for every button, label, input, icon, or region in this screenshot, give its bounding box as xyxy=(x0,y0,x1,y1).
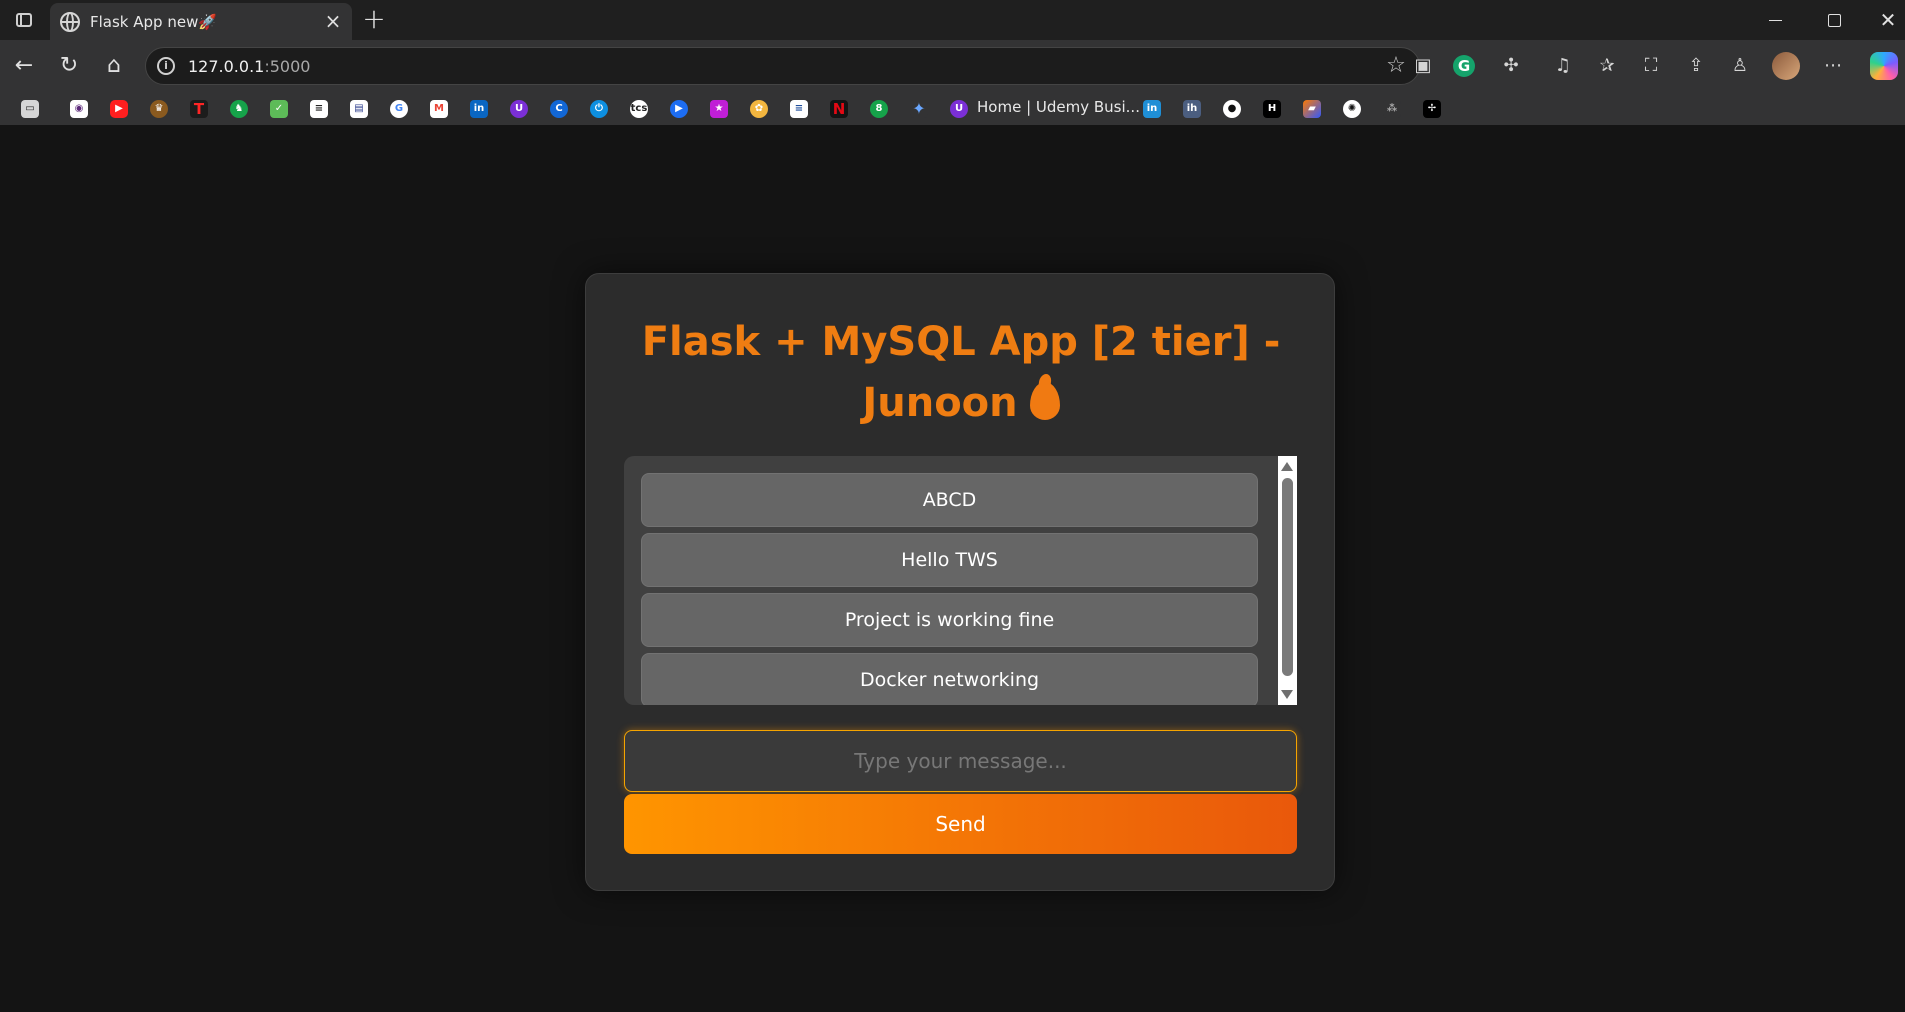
scrollbar-thumb[interactable] xyxy=(1282,478,1293,676)
bookmark-udemy-business[interactable]: Home | Udemy Busi... xyxy=(977,98,1140,116)
scroll-up-arrow-icon[interactable] xyxy=(1281,462,1293,471)
back-arrow-icon[interactable]: ← xyxy=(10,52,38,80)
message-item: Docker networking xyxy=(641,653,1258,705)
profile-avatar[interactable] xyxy=(1772,52,1800,80)
tesla-icon[interactable]: T xyxy=(190,100,208,118)
extension-shopping-icon[interactable]: ▣ xyxy=(1410,53,1436,79)
address-bar[interactable]: i 127.0.0.1:5000 ☆ xyxy=(145,47,1420,85)
check-icon[interactable]: ✓ xyxy=(270,100,288,118)
udemy-icon[interactable]: U xyxy=(510,100,528,118)
message-list: ABCD Hello TWS Project is working fine D… xyxy=(641,473,1258,705)
power-icon[interactable]: ⏻ xyxy=(590,100,608,118)
sidebar-toggle-icon[interactable] xyxy=(12,9,34,31)
favorites-icon[interactable]: ✰ xyxy=(1594,53,1620,79)
send-button[interactable]: Send xyxy=(624,794,1297,854)
grammarly-icon[interactable]: G xyxy=(1453,55,1475,77)
udemy-business-icon[interactable]: U xyxy=(950,100,968,118)
message-item: ABCD xyxy=(641,473,1258,527)
url-port: :5000 xyxy=(264,57,311,76)
coursera-icon[interactable]: C xyxy=(550,100,568,118)
message-item: Project is working fine xyxy=(641,593,1258,647)
linkedin-icon[interactable]: in xyxy=(470,100,488,118)
message-item: Hello TWS xyxy=(641,533,1258,587)
messages-panel[interactable]: ABCD Hello TWS Project is working fine D… xyxy=(624,456,1297,705)
messages-scrollbar[interactable] xyxy=(1278,456,1297,705)
youtube-icon[interactable]: ▶ xyxy=(110,100,128,118)
flame-icon xyxy=(1029,382,1060,420)
netflix-icon[interactable]: N xyxy=(830,100,848,118)
bookmark-icon[interactable]: ✢ xyxy=(1423,100,1441,118)
bookmark-icon[interactable]: ✿ xyxy=(750,100,768,118)
site-info-icon[interactable]: i xyxy=(157,57,175,75)
music-icon[interactable]: ♫ xyxy=(1550,53,1576,79)
whatsapp-icon[interactable]: 8 xyxy=(870,100,888,118)
bookmark-icon[interactable]: ▭ xyxy=(21,100,39,118)
url-text[interactable]: 127.0.0.1:5000 xyxy=(188,57,310,76)
browser-toolbar: ← ↻ ⌂ i 127.0.0.1:5000 ☆ ▣ G ✣ ♫ ✰ ⛶ ⇪ ♙… xyxy=(0,40,1905,92)
home-icon[interactable]: ⌂ xyxy=(100,52,128,80)
extensions-puzzle-icon[interactable]: ✣ xyxy=(1498,53,1524,79)
chat-card: Flask + MySQL App [2 tier] - Junoon ABCD… xyxy=(585,273,1335,891)
url-host: 127.0.0.1 xyxy=(188,57,265,76)
bookmark-icon[interactable]: ih xyxy=(1183,100,1201,118)
browser-tab-bar: Flask App new🚀 × + ✕ xyxy=(0,0,1905,40)
minimize-icon[interactable] xyxy=(1760,6,1790,34)
tcs-icon[interactable]: tcs xyxy=(630,100,648,118)
bookmark-icon[interactable]: ≡ xyxy=(790,100,808,118)
bookmark-icon[interactable]: in xyxy=(1143,100,1161,118)
title-text: Flask + MySQL App [2 tier] - Junoon xyxy=(641,319,1281,426)
screenshot-icon[interactable]: ⛶ xyxy=(1638,53,1664,79)
reload-icon[interactable]: ↻ xyxy=(55,52,83,80)
github-icon[interactable]: ● xyxy=(1223,100,1241,118)
openai-icon[interactable]: ✺ xyxy=(1343,100,1361,118)
copilot-icon[interactable] xyxy=(1870,52,1898,80)
bookmark-icon[interactable]: ★ xyxy=(710,100,728,118)
maximize-icon[interactable] xyxy=(1818,6,1848,34)
browser-tab[interactable]: Flask App new🚀 × xyxy=(50,3,352,40)
play-icon[interactable]: ▶ xyxy=(670,100,688,118)
window-close-icon[interactable]: ✕ xyxy=(1873,6,1903,34)
bookmark-icon[interactable]: ▰ xyxy=(1303,100,1321,118)
scroll-down-arrow-icon[interactable] xyxy=(1281,690,1293,699)
evernote-icon[interactable]: ♞ xyxy=(230,100,248,118)
favorite-star-icon[interactable]: ☆ xyxy=(1383,53,1409,79)
message-input[interactable] xyxy=(624,730,1297,792)
share-icon[interactable]: ⇪ xyxy=(1683,53,1709,79)
performance-icon[interactable]: ♙ xyxy=(1727,53,1753,79)
bookmark-icon[interactable]: ⁂ xyxy=(1383,100,1401,118)
google-icon[interactable]: G xyxy=(390,100,408,118)
bookmark-icon[interactable]: ◉ xyxy=(70,100,88,118)
more-options-icon[interactable]: ⋯ xyxy=(1820,53,1846,79)
bookmarks-bar: ▭ ◉ ▶ ♛ T ♞ ✓ ≡ ▤ G M in U C ⏻ tcs ▶ ★ ✿… xyxy=(0,92,1905,126)
app-page: Flask + MySQL App [2 tier] - Junoon ABCD… xyxy=(0,127,1905,1012)
sparkle-icon[interactable]: ✦ xyxy=(910,100,928,118)
bookmark-icon[interactable]: ▤ xyxy=(350,100,368,118)
new-tab-icon[interactable]: + xyxy=(360,5,388,34)
tab-title: Flask App new🚀 xyxy=(90,13,218,31)
tab-close-icon[interactable]: × xyxy=(322,9,344,33)
gmail-icon[interactable]: M xyxy=(430,100,448,118)
globe-icon xyxy=(60,12,80,32)
bookmark-icon[interactable]: ♛ xyxy=(150,100,168,118)
page-title: Flask + MySQL App [2 tier] - Junoon xyxy=(626,312,1296,434)
bookmark-icon[interactable]: ≡ xyxy=(310,100,328,118)
bookmark-icon[interactable]: H xyxy=(1263,100,1281,118)
